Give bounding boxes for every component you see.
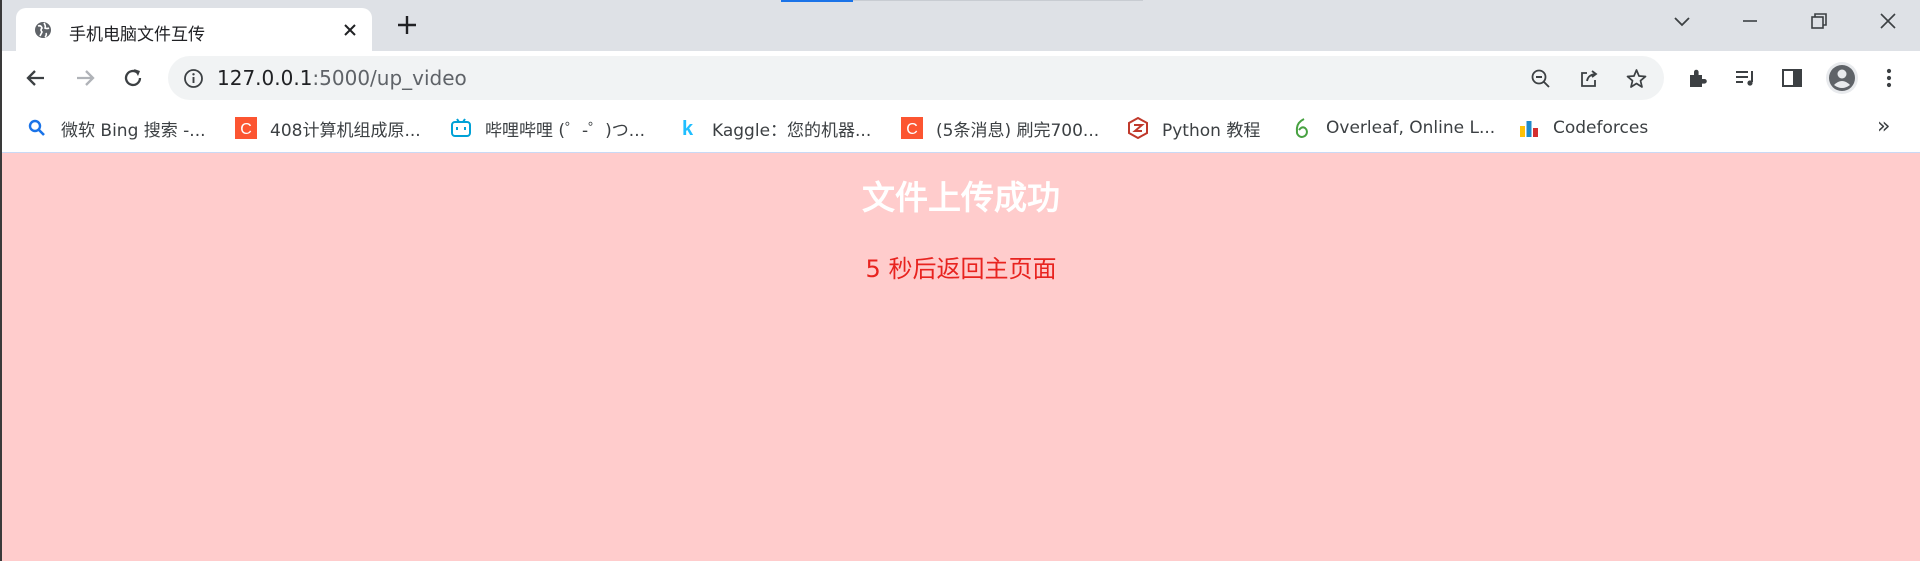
bookmark-label: 微软 Bing 搜索 -... <box>61 120 206 141</box>
minimize-icon[interactable] <box>1739 10 1761 32</box>
url-path: :5000/up_video <box>312 66 467 90</box>
bookmark-item[interactable]: C 408计算机组成原... <box>235 115 421 141</box>
profile-avatar[interactable] <box>1826 62 1858 94</box>
bookmark-item[interactable]: 微软 Bing 搜索 -... <box>26 115 206 141</box>
bookmark-label: (5条消息) 刷完700... <box>936 120 1100 141</box>
browser-window: 手机电脑文件互传 127.0.0.1:5000/up_video 微软 Bing… <box>0 0 1920 561</box>
bookmark-label: Kaggle：您的机器... <box>712 120 872 141</box>
share-icon[interactable] <box>1578 68 1599 89</box>
svg-text:C: C <box>906 121 918 138</box>
media-controls-icon[interactable] <box>1733 66 1757 90</box>
restore-icon[interactable] <box>1808 10 1830 32</box>
overleaf-icon <box>1295 118 1308 138</box>
bookmark-label: Codeforces <box>1553 118 1649 138</box>
tab-active[interactable]: 手机电脑文件互传 <box>16 8 372 51</box>
window-close-icon[interactable] <box>1877 10 1899 32</box>
svg-text:k: k <box>682 118 694 139</box>
redirect-message: 5 秒后返回主页面 <box>865 255 1057 283</box>
url-host: 127.0.0.1 <box>217 66 313 90</box>
extensions-icon[interactable] <box>1686 66 1710 90</box>
reload-icon[interactable] <box>120 65 146 91</box>
bookmark-item[interactable]: C (5条消息) 刷完700... <box>901 115 1099 141</box>
back-icon[interactable] <box>23 65 49 91</box>
page-content: 文件上传成功 5 秒后返回主页面 <box>2 153 1920 561</box>
bookmark-label: 408计算机组成原... <box>270 120 421 141</box>
codeforces-icon <box>1520 121 1538 137</box>
bookmark-item[interactable]: Codeforces <box>1518 115 1648 141</box>
new-tab-icon[interactable] <box>395 13 419 37</box>
tab-strip: 手机电脑文件互传 <box>2 0 1920 51</box>
menu-kebab-icon[interactable] <box>1877 66 1901 90</box>
bookmarks-bar: 微软 Bing 搜索 -... C 408计算机组成原... 哔哩哔哩 (゜-゜… <box>2 105 1920 153</box>
browser-toolbar: 127.0.0.1:5000/up_video <box>2 51 1920 105</box>
close-icon[interactable] <box>341 21 359 39</box>
bookmark-item[interactable]: Overleaf, Online L... <box>1291 115 1495 141</box>
site-info-icon[interactable] <box>183 68 204 89</box>
kaggle-icon: k <box>682 118 694 139</box>
runoob-icon <box>1128 117 1148 139</box>
page-title: 文件上传成功 <box>862 178 1060 217</box>
bookmark-item[interactable]: k Kaggle：您的机器... <box>677 115 871 141</box>
side-panel-icon[interactable] <box>1780 66 1804 90</box>
tab-strip-divider <box>853 0 1143 1</box>
url-text: 127.0.0.1:5000/up_video <box>217 66 467 90</box>
svg-text:C: C <box>240 121 252 138</box>
csdn-icon: C <box>235 117 257 139</box>
bookmark-item[interactable]: Python 教程 <box>1127 115 1260 141</box>
star-icon[interactable] <box>1626 68 1647 89</box>
forward-icon[interactable] <box>72 65 98 91</box>
globe-icon <box>35 22 51 38</box>
bookmark-label: Overleaf, Online L... <box>1326 118 1496 138</box>
tab-search-icon[interactable] <box>1671 10 1693 32</box>
bookmark-label: Python 教程 <box>1162 120 1261 141</box>
bookmark-item[interactable]: 哔哩哔哩 (゜-゜)つ... <box>450 115 645 141</box>
tab-strip-indicator <box>781 0 853 2</box>
bilibili-icon <box>451 118 471 137</box>
bookmarks-overflow-button[interactable]: » <box>1877 114 1890 139</box>
tab-title: 手机电脑文件互传 <box>69 25 205 45</box>
csdn-icon: C <box>901 117 923 139</box>
bookmark-label: 哔哩哔哩 (゜-゜)つ... <box>485 120 646 141</box>
address-bar[interactable]: 127.0.0.1:5000/up_video <box>168 56 1664 100</box>
zoom-out-icon[interactable] <box>1530 68 1551 89</box>
bing-search-icon <box>28 119 45 136</box>
profile-icon <box>1829 65 1855 91</box>
